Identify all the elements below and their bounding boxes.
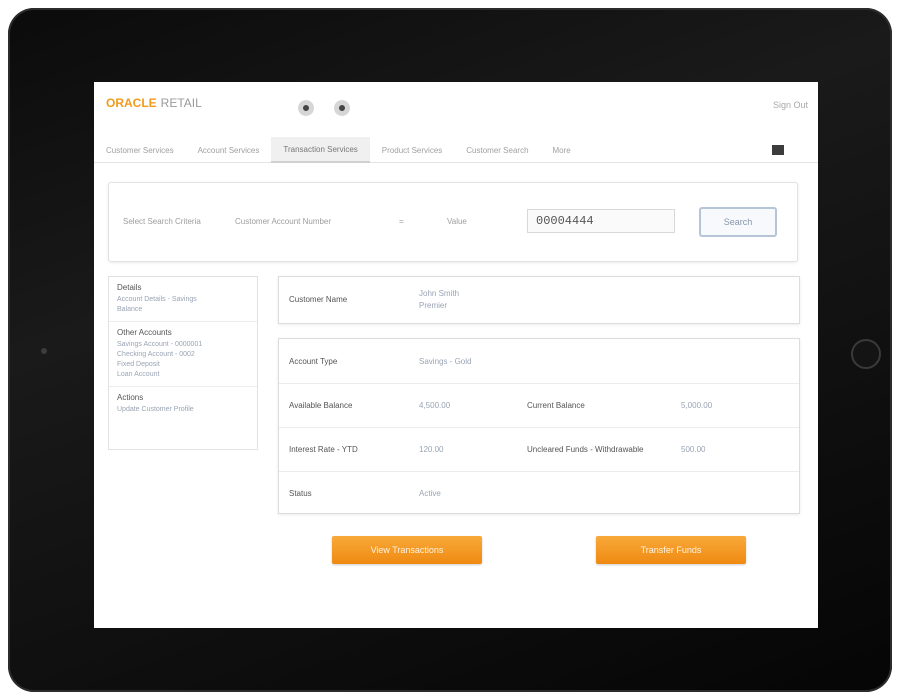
- sidebar-link[interactable]: Balance: [117, 305, 249, 315]
- sidebar-link[interactable]: Fixed Deposit: [117, 360, 249, 370]
- nav-account-services[interactable]: Account Services: [186, 138, 272, 162]
- detail-row: Status Active: [279, 471, 799, 513]
- current-balance-value: 5,000.00: [681, 401, 713, 410]
- nav-more[interactable]: More: [541, 138, 583, 162]
- sidebar-group-other-accounts: Other Accounts Savings Account - 0000001…: [109, 322, 257, 387]
- search-operator: =: [399, 217, 404, 226]
- main-nav: Customer Services Account Services Trans…: [94, 137, 818, 163]
- detail-row: Account Type Savings - Gold: [279, 339, 799, 384]
- sidebar: Details Account Details - Savings Balanc…: [108, 276, 258, 450]
- search-value-input[interactable]: 00004444: [527, 209, 675, 233]
- uncleared-funds-value: 500.00: [681, 445, 706, 454]
- sidebar-group-title: Details: [117, 283, 142, 292]
- sidebar-link[interactable]: Savings Account - 0000001: [117, 340, 249, 350]
- sidebar-group-actions: Actions Update Customer Profile: [109, 387, 257, 421]
- current-balance-label: Current Balance: [527, 401, 585, 410]
- back-icon[interactable]: [298, 100, 314, 116]
- nav-product-services[interactable]: Product Services: [370, 138, 454, 162]
- account-type-label: Account Type: [289, 357, 338, 366]
- view-transactions-button[interactable]: View Transactions: [332, 536, 482, 564]
- sidebar-group-details: Details Account Details - Savings Balanc…: [109, 277, 257, 322]
- customer-panel: Customer Name John Smith Premier: [278, 276, 800, 324]
- logo-product: RETAIL: [160, 96, 202, 110]
- search-value-label: Value: [447, 217, 467, 226]
- app-header: ORACLE RETAIL Sign Out: [94, 82, 818, 134]
- nav-customer-search[interactable]: Customer Search: [454, 138, 540, 162]
- detail-row: Interest Rate - YTD 120.00 Uncleared Fun…: [279, 427, 799, 472]
- search-criteria-label: Select Search Criteria: [123, 217, 201, 226]
- available-balance-value: 4,500.00: [419, 401, 451, 410]
- status-label: Status: [289, 489, 312, 498]
- interest-ytd-label: Interest Rate - YTD: [289, 445, 358, 454]
- nav-customer-services[interactable]: Customer Services: [94, 138, 186, 162]
- home-button[interactable]: [851, 339, 881, 369]
- available-balance-label: Available Balance: [289, 401, 353, 410]
- account-details-panel: Account Type Savings - Gold Available Ba…: [278, 338, 800, 514]
- customer-name-value: John Smith: [419, 289, 460, 298]
- home-icon[interactable]: [334, 100, 350, 116]
- status-value: Active: [419, 489, 441, 498]
- sidebar-group-title: Other Accounts: [117, 328, 172, 337]
- app-logo: ORACLE RETAIL: [106, 96, 202, 110]
- sidebar-link[interactable]: Account Details - Savings: [117, 295, 249, 305]
- sidebar-link[interactable]: Loan Account: [117, 370, 249, 380]
- detail-row: Available Balance 4,500.00 Current Balan…: [279, 383, 799, 428]
- search-button[interactable]: Search: [699, 207, 777, 237]
- sign-out-link[interactable]: Sign Out: [773, 100, 808, 110]
- interest-ytd-value: 120.00: [419, 445, 444, 454]
- tablet-frame: ORACLE RETAIL Sign Out Customer Services …: [8, 8, 892, 692]
- customer-name-label: Customer Name: [289, 295, 348, 304]
- nav-transaction-services[interactable]: Transaction Services: [271, 137, 370, 163]
- customer-segment-value: Premier: [419, 301, 448, 310]
- sidebar-link[interactable]: Checking Account - 0002: [117, 350, 249, 360]
- sidebar-group-title: Actions: [117, 393, 144, 402]
- sidebar-link[interactable]: Update Customer Profile: [117, 405, 249, 415]
- logo-brand: ORACLE: [106, 96, 157, 110]
- search-panel: Select Search Criteria Customer Account …: [108, 182, 798, 262]
- uncleared-funds-label: Uncleared Funds - Withdrawable: [527, 445, 644, 454]
- grid-menu-icon[interactable]: [772, 145, 784, 155]
- account-type-value: Savings - Gold: [419, 357, 472, 366]
- transfer-funds-button[interactable]: Transfer Funds: [596, 536, 746, 564]
- app-screen: ORACLE RETAIL Sign Out Customer Services …: [94, 82, 818, 628]
- search-criteria-select[interactable]: Customer Account Number: [235, 217, 331, 226]
- camera-dot: [41, 348, 47, 354]
